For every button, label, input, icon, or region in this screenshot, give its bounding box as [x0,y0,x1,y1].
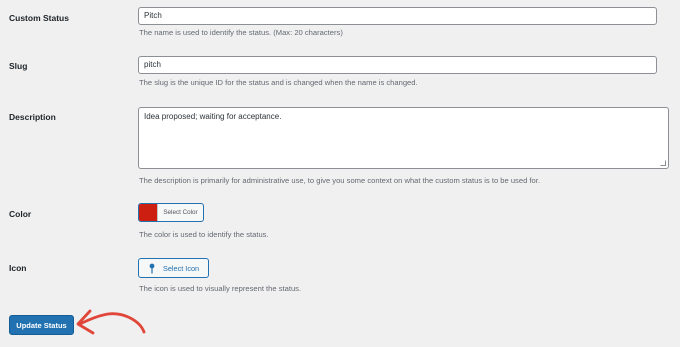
description-textarea[interactable]: Idea proposed; waiting for acceptance. [138,107,669,169]
description-text: Idea proposed; waiting for acceptance. [144,112,282,121]
update-status-label: Update Status [16,320,67,330]
select-color-label: Select Color [163,209,198,216]
description-help: The description is primarily for adminis… [139,176,540,185]
icon-help: The icon is used to visually represent t… [139,284,302,293]
select-icon-label: Select Icon [163,263,200,273]
pin-icon [148,263,156,274]
icon-label: Icon [9,263,27,273]
color-label: Color [9,209,32,219]
select-icon-button[interactable]: Select Icon [138,258,209,278]
description-label: Description [9,112,56,122]
custom-status-help: The name is used to identify the status.… [139,28,343,37]
slug-input[interactable]: pitch [138,56,657,74]
color-swatch [139,204,158,221]
update-status-button[interactable]: Update Status [9,315,74,335]
select-color-button[interactable]: Select Color [138,203,204,222]
color-help: The color is used to identify the status… [139,230,269,239]
slug-label: Slug [9,61,28,71]
custom-status-label: Custom Status [9,13,69,23]
slug-help: The slug is the unique ID for the status… [139,78,418,87]
resize-grip-icon[interactable] [660,160,666,166]
annotation-arrow-icon [76,309,146,335]
custom-status-input[interactable]: Pitch [138,7,657,25]
